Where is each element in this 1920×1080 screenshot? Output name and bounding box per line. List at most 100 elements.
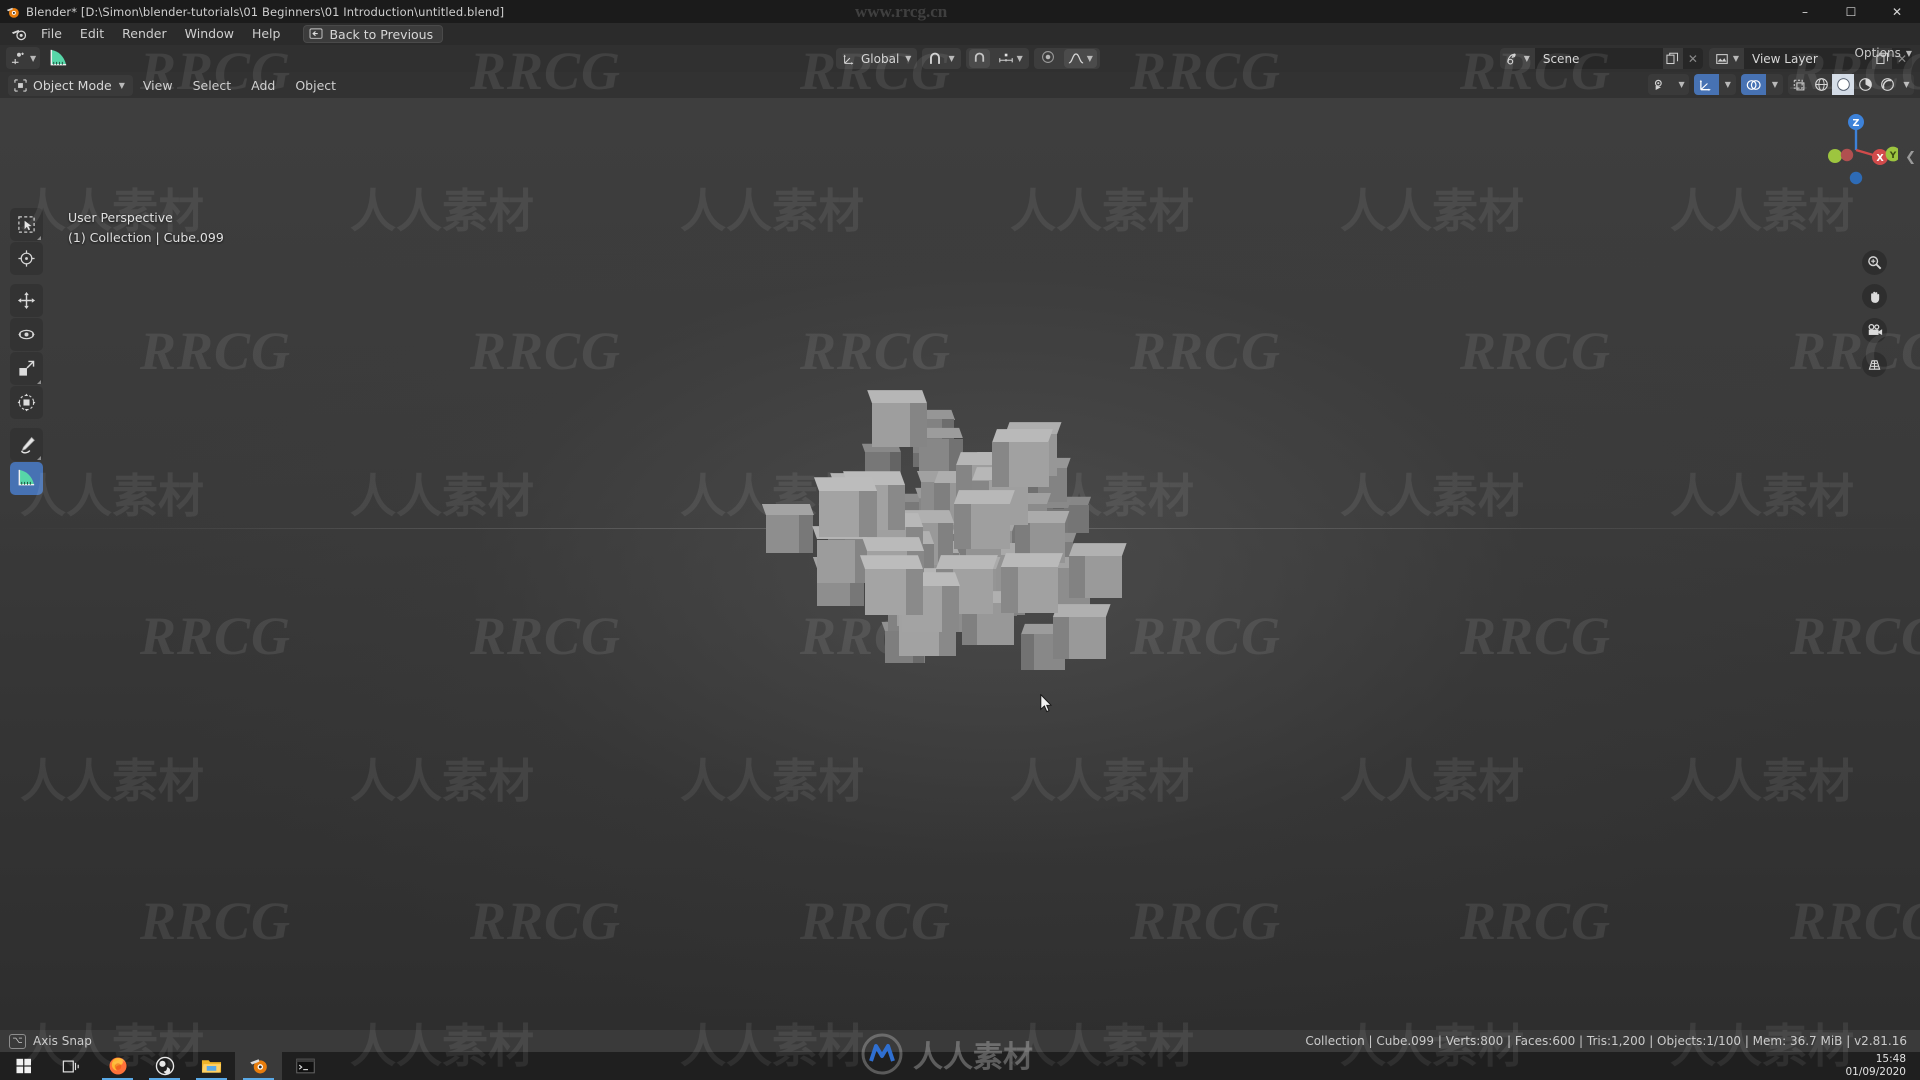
xray-toggle[interactable]: [1788, 74, 1810, 95]
viewport-menu-view[interactable]: View: [133, 76, 183, 95]
snap-settings-group[interactable]: ▼: [965, 48, 1029, 69]
cube-object[interactable]: [860, 554, 924, 616]
cube-object[interactable]: [1068, 542, 1127, 599]
rotate-tool[interactable]: [10, 318, 43, 351]
cube-face-top: [866, 390, 927, 404]
measure-tool-icon: [50, 49, 67, 65]
scene-unlink-button[interactable]: ✕: [1683, 48, 1703, 69]
move-tool[interactable]: [10, 284, 43, 317]
cube-face-side: [887, 484, 905, 531]
cube-object[interactable]: [954, 489, 1016, 549]
blender-application-window: User Perspective (1) Collection | Cube.0…: [0, 0, 1920, 1080]
viewport-header: Object Mode ▼ View Select Add Object ▼ ▼…: [0, 72, 1920, 98]
taskbar-clock[interactable]: 15:48 01/09/2020: [1845, 1053, 1906, 1079]
cube-object[interactable]: [992, 428, 1054, 488]
viewport-toolbar[interactable]: [10, 208, 43, 503]
proportional-editing-group[interactable]: ▼: [1033, 48, 1100, 69]
menu-render[interactable]: Render: [113, 24, 176, 44]
window-title: Blender* [D:\Simon\blender-tutorials\01 …: [26, 4, 505, 19]
overlays-toggle[interactable]: [1740, 74, 1766, 95]
select-box-tool[interactable]: [10, 208, 43, 241]
shading-mode-group[interactable]: ▼: [1788, 74, 1914, 95]
cube-object[interactable]: [1053, 603, 1111, 659]
gizmo-toggle[interactable]: [1693, 74, 1719, 95]
maximize-button[interactable]: ☐: [1828, 0, 1874, 23]
obs-button[interactable]: [141, 1052, 188, 1080]
zoom-button[interactable]: [1862, 250, 1887, 275]
overlays-dropdown[interactable]: ▼: [1766, 74, 1783, 95]
status-keymap-hint: ⌥ Axis Snap: [0, 1033, 92, 1049]
minimize-button[interactable]: –: [1782, 0, 1828, 23]
cube-object[interactable]: [866, 389, 927, 448]
terminal-button[interactable]: [282, 1052, 329, 1080]
task-view-button[interactable]: [47, 1052, 94, 1080]
cursor-tool[interactable]: [10, 242, 43, 275]
back-to-previous-button[interactable]: Back to Previous: [303, 25, 444, 43]
transform-tool[interactable]: [10, 386, 43, 419]
menu-window[interactable]: Window: [176, 24, 243, 44]
blender-logo-icon[interactable]: [6, 25, 32, 43]
visibility-selector[interactable]: ▼: [1647, 74, 1689, 95]
viewport-menu-select[interactable]: Select: [183, 76, 242, 95]
view-layer-icon-group[interactable]: ▼: [1708, 48, 1744, 69]
viewport-menu-add[interactable]: Add: [241, 76, 285, 95]
transform-orientation-dropdown[interactable]: Global ▼: [836, 48, 918, 69]
cube-face-side: [798, 515, 814, 554]
proportional-falloff-selector[interactable]: ▼: [1063, 49, 1097, 68]
snap-increment-selector[interactable]: ▼: [995, 52, 1026, 65]
menu-file[interactable]: File: [32, 24, 71, 44]
cube-face-side: [954, 503, 972, 549]
alt-key-icon: ⌥: [9, 1033, 26, 1049]
editor-type-selector[interactable]: ▼: [6, 47, 41, 69]
close-button[interactable]: ✕: [1874, 0, 1920, 23]
options-toggle[interactable]: Options ▼: [1855, 46, 1912, 60]
gizmo-toggle-group[interactable]: ▼: [1693, 74, 1736, 95]
wireframe-shading-button[interactable]: [1810, 74, 1832, 95]
scene-icon-group[interactable]: ▼: [1499, 48, 1535, 69]
transform-icon: [17, 393, 36, 412]
scene-selector[interactable]: ▼ Scene ✕: [1499, 48, 1703, 69]
cube-face-top: [954, 490, 1016, 504]
gizmo-z-label: Z: [1853, 118, 1860, 129]
interaction-mode-dropdown[interactable]: Object Mode ▼: [8, 74, 133, 96]
proportional-edit-toggle[interactable]: [1037, 50, 1059, 67]
camera-view-button[interactable]: [1862, 318, 1887, 343]
start-button[interactable]: [0, 1052, 47, 1080]
toggle-perspective-button[interactable]: [1862, 352, 1887, 377]
interaction-mode-label: Object Mode: [33, 77, 112, 93]
menu-help[interactable]: Help: [243, 24, 290, 44]
pan-button[interactable]: [1862, 284, 1887, 309]
3d-viewport[interactable]: User Perspective (1) Collection | Cube.0…: [0, 98, 1920, 1030]
scale-tool[interactable]: [10, 352, 43, 385]
cube-object[interactable]: [813, 476, 877, 538]
overlays-toggle-group[interactable]: ▼: [1740, 74, 1783, 95]
rendered-shading-button[interactable]: [1876, 74, 1898, 95]
annotate-tool[interactable]: [10, 428, 43, 461]
navigation-gizmo[interactable]: Z X Y: [1814, 108, 1898, 192]
visibility-dropdown[interactable]: ▼: [1674, 74, 1689, 95]
editor-type-icon: [11, 52, 24, 64]
material-preview-shading-button[interactable]: [1854, 74, 1876, 95]
viewport-menu-object[interactable]: Object: [285, 76, 346, 95]
cube-object[interactable]: [1001, 552, 1064, 613]
solid-shading-button[interactable]: [1832, 74, 1854, 95]
object-mode-icon: [14, 78, 27, 92]
scene-new-button[interactable]: [1662, 48, 1683, 69]
cube-face-top: [761, 503, 814, 516]
scene-name[interactable]: Scene: [1535, 52, 1663, 66]
snap-magnet-active[interactable]: [968, 49, 990, 68]
menu-edit[interactable]: Edit: [71, 24, 113, 44]
file-explorer-button[interactable]: [188, 1052, 235, 1080]
blender-taskbar-button[interactable]: [235, 1052, 282, 1080]
visibility-icon-wrap[interactable]: [1648, 74, 1674, 95]
cube-face-top: [1053, 603, 1111, 617]
gizmo-dropdown[interactable]: ▼: [1719, 74, 1736, 95]
shading-dropdown[interactable]: ▼: [1898, 74, 1914, 95]
cube-object[interactable]: [761, 503, 814, 554]
view-layer-name[interactable]: View Layer: [1744, 52, 1872, 66]
sidebar-expand-arrow[interactable]: ❮: [1905, 150, 1916, 165]
viewport-nav-buttons[interactable]: [1862, 250, 1887, 377]
snapping-toggle[interactable]: ▼: [922, 48, 961, 69]
measure-tool[interactable]: [10, 462, 43, 495]
firefox-button[interactable]: [94, 1052, 141, 1080]
